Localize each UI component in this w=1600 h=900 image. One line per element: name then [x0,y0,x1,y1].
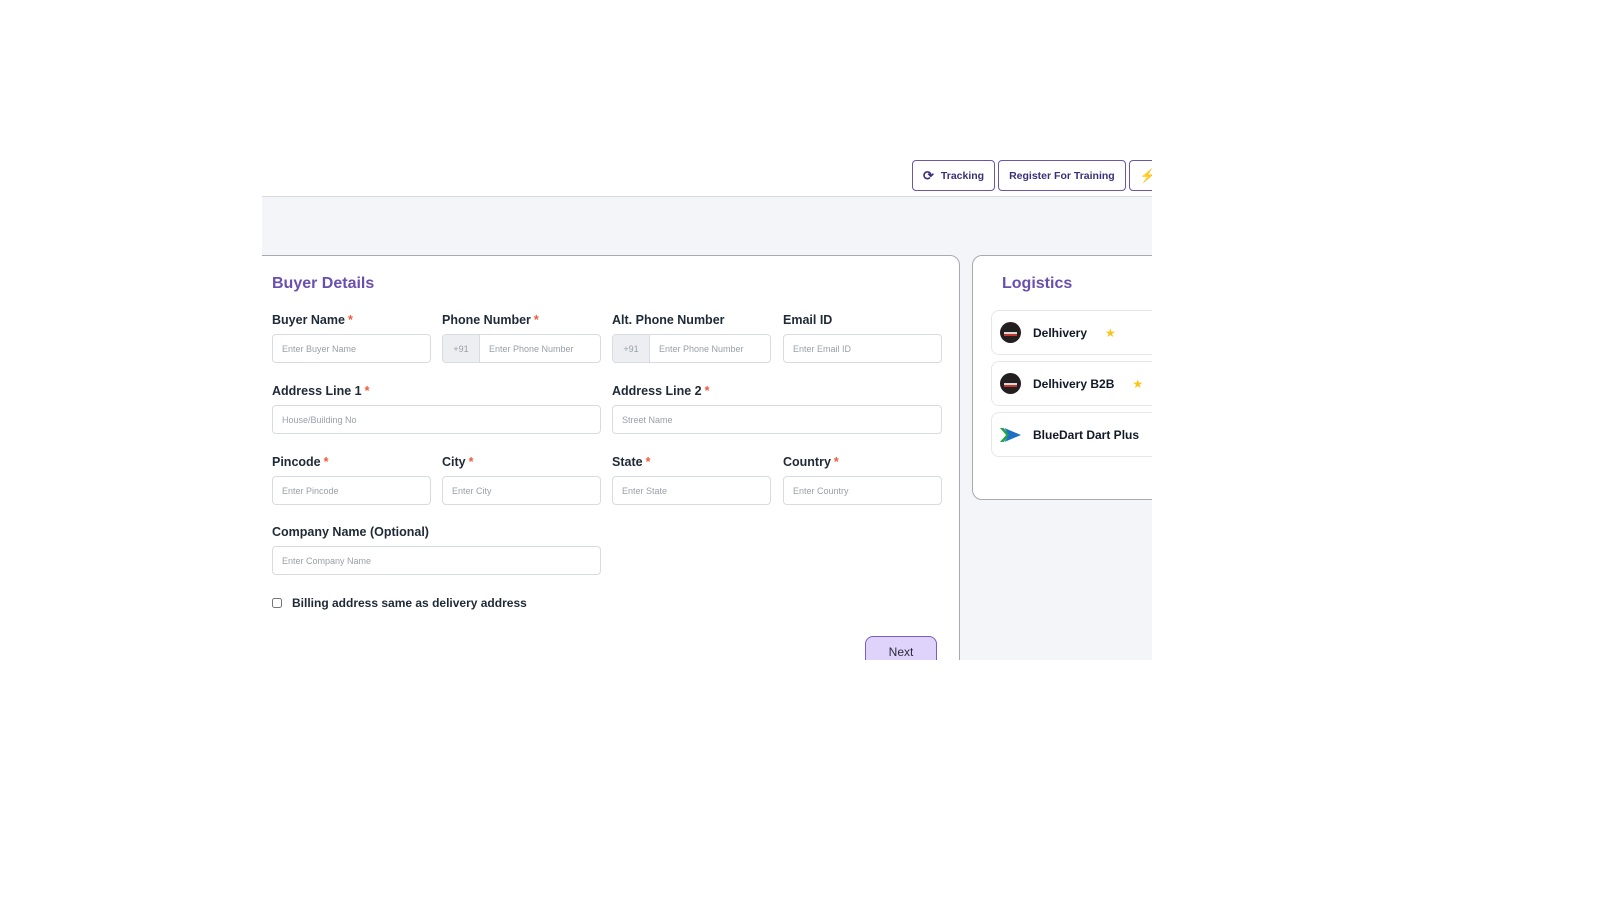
logistics-item-name: Delhivery B2B [1033,376,1115,391]
address-line-2-label: Address Line 2 [612,384,702,398]
email-id-input[interactable] [784,335,941,362]
star-icon: ★ [1105,325,1116,340]
phone-number-label: Phone Number [442,313,531,327]
state-input[interactable] [613,477,770,504]
country-label: Country [783,455,831,469]
company-name-input[interactable] [273,547,600,574]
address-line-1-label: Address Line 1 [272,384,362,398]
company-name-label: Company Name (Optional) [272,525,429,539]
company-name-field: Company Name (Optional) [272,525,601,575]
lightning-icon: ⚡ [1139,167,1152,183]
logistics-item-delhivery-b2b[interactable]: Delhivery B2B ★ [991,361,1152,406]
required-mark: * [704,384,710,398]
alt-phone-number-field: Alt. Phone Number +91 [612,313,771,363]
buyer-name-field: Buyer Name * [272,313,431,363]
address-line-2-field: Address Line 2 * [612,384,942,434]
billing-same-row: Billing address same as delivery address [272,596,527,610]
buyer-name-label: Buyer Name [272,313,345,327]
pincode-input[interactable] [273,477,430,504]
city-label: City [442,455,466,469]
delhivery-logo-icon [1000,373,1021,394]
star-icon: ★ [1132,376,1144,391]
tracking-button-label: Tracking [940,169,985,182]
buyer-details-title: Buyer Details [272,275,375,292]
country-input[interactable] [784,477,941,504]
logistics-item-name: BlueDart Dart Plus [1033,427,1140,442]
phone-number-field: Phone Number * +91 [442,313,601,363]
required-mark: * [468,455,474,469]
country-code-prefix: +91 [443,335,480,362]
city-field: City * [442,455,601,505]
buyer-name-input[interactable] [273,335,430,362]
email-id-label: Email ID [783,313,833,327]
quick-action-button[interactable]: ⚡ [1128,160,1152,191]
billing-same-label[interactable]: Billing address same as delivery address [292,596,527,610]
refresh-icon: ⟳ [923,167,934,183]
state-label: State [612,455,643,469]
address-line-1-field: Address Line 1 * [272,384,601,434]
required-mark: * [347,313,353,327]
country-field: Country * [783,455,942,505]
logistics-item-delhivery[interactable]: Delhivery ★ [991,310,1152,355]
address-line-1-input[interactable] [273,406,600,433]
tracking-button[interactable]: ⟳ Tracking [912,160,996,191]
billing-same-checkbox[interactable] [272,598,282,608]
address-line-2-input[interactable] [613,406,941,433]
required-mark: * [645,455,651,469]
required-mark: * [323,455,329,469]
logistics-item-bluedart-dart-plus[interactable]: BlueDart Dart Plus ★ [991,412,1152,457]
register-for-training-label: Register For Training [1009,169,1115,182]
app-viewport: ⟳ Tracking Register For Training ⚡ Buyer… [262,150,1152,660]
email-id-field: Email ID [783,313,942,363]
required-mark: * [533,313,539,327]
alt-phone-number-input[interactable] [650,335,770,362]
bluedart-logo-icon [1000,424,1021,445]
phone-number-input[interactable] [480,335,600,362]
required-mark: * [364,384,370,398]
required-mark: * [833,455,839,469]
country-code-prefix: +91 [613,335,650,362]
page-content: Buyer Details Buyer Name* Phone Number* … [262,196,1152,660]
logistics-card: Logistics Delhivery ★ Delhivery B2B ★ Bl… [972,255,1152,500]
register-for-training-button[interactable]: Register For Training [998,160,1126,191]
alt-phone-number-label: Alt. Phone Number [612,313,725,327]
city-input[interactable] [443,477,600,504]
top-toolbar: ⟳ Tracking Register For Training ⚡ [262,150,1152,196]
delhivery-logo-icon [1000,322,1021,343]
pincode-field: Pincode * [272,455,431,505]
logistics-item-name: Delhivery [1033,325,1088,340]
pincode-label: Pincode [272,455,321,469]
state-field: State * [612,455,771,505]
logistics-title: Logistics [1002,275,1073,292]
buyer-details-card: Buyer Details Buyer Name* Phone Number* … [262,255,960,660]
next-button[interactable]: Next [865,636,937,660]
